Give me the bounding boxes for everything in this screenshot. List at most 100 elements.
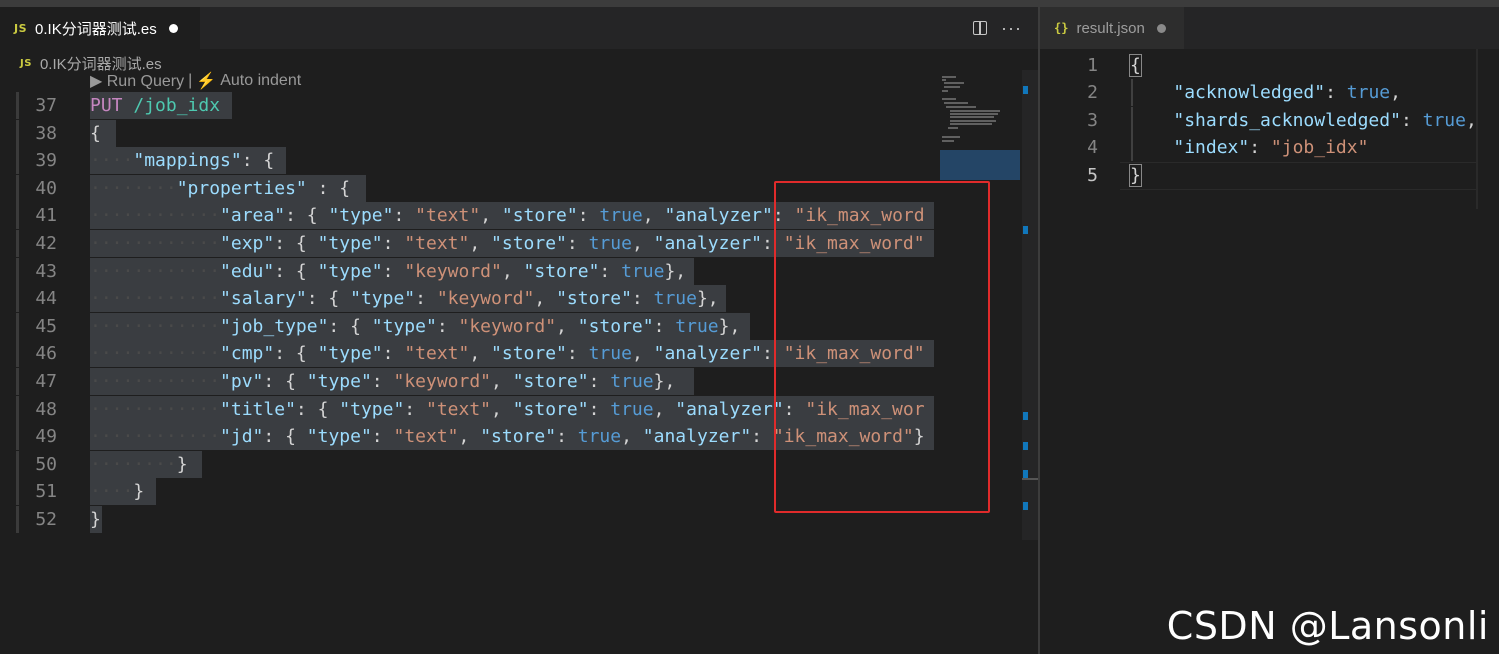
result-line[interactable]: 1{ (1040, 52, 1499, 79)
code-token: : (599, 260, 622, 282)
code-token: : (556, 426, 578, 448)
code-token: }, (664, 260, 687, 282)
code-token: "analyzer" (653, 343, 762, 365)
code-token: : (404, 398, 426, 420)
line-text: ············"salary": { "type": "keyword… (90, 285, 719, 312)
code-token: : (1249, 137, 1271, 159)
code-token: "edu" (220, 260, 275, 282)
code-token: , (458, 426, 481, 448)
code-line[interactable]: 37 PUT /job_idx (0, 92, 934, 119)
code-token: "salary" (220, 288, 307, 310)
unsaved-dot-icon[interactable] (168, 23, 178, 33)
window-top-strip (0, 0, 1499, 7)
line-number: 49 (35, 426, 57, 448)
code-token: ············ (90, 288, 221, 310)
code-token: } (1129, 163, 1142, 187)
codelens-separator: | (188, 72, 193, 89)
code-token: , (469, 343, 492, 365)
code-token: , (556, 315, 578, 337)
line-text: ············"pv": { "type": "keyword", "… (90, 368, 675, 395)
code-token: : (566, 343, 589, 365)
code-token: "analyzer" (675, 398, 784, 420)
code-line[interactable]: 39 ····"mappings": { (0, 147, 934, 175)
code-token: : { (295, 398, 340, 420)
code-token: true (577, 426, 622, 448)
code-token: "properties" (176, 177, 307, 199)
code-token: "jd" (220, 426, 264, 448)
code-token: ············ (90, 205, 221, 227)
auto-indent-link[interactable]: Auto indent (220, 72, 301, 90)
minimap-viewport[interactable] (940, 150, 1020, 180)
code-token: }, (653, 371, 676, 392)
line-number: 48 (35, 398, 57, 420)
code-token: "exp" (220, 233, 275, 254)
code-token: ············ (90, 260, 221, 282)
line-number: 38 (35, 122, 57, 144)
code-token: "text" (404, 343, 470, 365)
code-token: "shards_acknowledged" (1173, 109, 1401, 131)
more-actions-icon[interactable]: ··· (1001, 19, 1022, 37)
code-token: "store" (556, 288, 632, 310)
code-token: "text" (425, 398, 492, 420)
code-token: "store" (480, 426, 557, 448)
code-token: }, (696, 288, 719, 310)
code-token: "type" (339, 398, 405, 420)
code-token: , (491, 398, 513, 420)
line-text: ············"job_type": { "type": "keywo… (90, 313, 740, 340)
code-token: "type" (317, 233, 383, 254)
line-text: } (1129, 162, 1142, 189)
code-token: , (491, 371, 513, 392)
code-token: : (415, 288, 437, 310)
code-token: ············ (90, 371, 221, 392)
line-number: 44 (35, 288, 57, 310)
code-token: : { (263, 426, 307, 448)
code-line[interactable]: 38 { (0, 119, 934, 147)
line-text: } (90, 506, 101, 533)
code-token: "type" (371, 315, 437, 337)
code-token: : (566, 233, 589, 254)
code-token: ············ (90, 343, 221, 365)
line-text: "shards_acknowledged": true, (1130, 107, 1476, 134)
line-number: 46 (35, 343, 57, 365)
json-file-icon: {} (1054, 21, 1069, 35)
code-token: true (610, 398, 654, 420)
code-token: , (621, 426, 643, 448)
line-text: ········} (90, 451, 188, 478)
code-token: "keyword" (404, 260, 502, 282)
line-number: 5 (1087, 164, 1098, 186)
run-query-link[interactable]: ▶ Run Query (90, 71, 184, 91)
split-editor-icon[interactable] (973, 21, 988, 35)
code-token: "text" (404, 233, 470, 254)
code-token: : (751, 426, 773, 448)
code-token: true (653, 288, 697, 310)
line-text: ····} (90, 478, 144, 505)
code-token: : (1325, 82, 1347, 104)
line-number: 51 (35, 481, 57, 503)
code-token: : (577, 205, 600, 227)
result-line[interactable]: 5} (1040, 161, 1499, 190)
line-text: ········"properties" : { (90, 175, 350, 202)
right-tab-bar: {} result.json (1040, 7, 1499, 49)
unsaved-dot-icon[interactable] (1156, 23, 1166, 33)
right-editor-group: {} result.json 1{2 "acknowledged": true,… (1040, 7, 1499, 654)
line-number: 37 (35, 95, 57, 116)
result-line[interactable]: 2 "acknowledged": true, (1040, 79, 1499, 107)
code-token: "title" (220, 398, 296, 420)
result-scrollbar[interactable] (1476, 49, 1478, 209)
overview-ruler[interactable] (1022, 70, 1038, 540)
tab-result-json[interactable]: {} result.json (1040, 7, 1184, 49)
tab-ik-test-file[interactable]: JS 0.IK分词器测试.es (0, 7, 200, 49)
code-token: "index" (1173, 137, 1250, 159)
code-token: "acknowledged" (1173, 82, 1326, 104)
line-text: { (1129, 52, 1142, 79)
tab-label: result.json (1076, 19, 1145, 37)
line-text: ····"mappings": { (90, 147, 274, 174)
code-token: "cmp" (220, 343, 275, 365)
result-line[interactable]: 4 "index": "job_idx" (1040, 134, 1499, 162)
code-token: ············ (90, 398, 221, 420)
code-token: : (382, 343, 405, 365)
code-token: : (393, 205, 416, 227)
result-line[interactable]: 3 "shards_acknowledged": true, (1040, 106, 1499, 134)
